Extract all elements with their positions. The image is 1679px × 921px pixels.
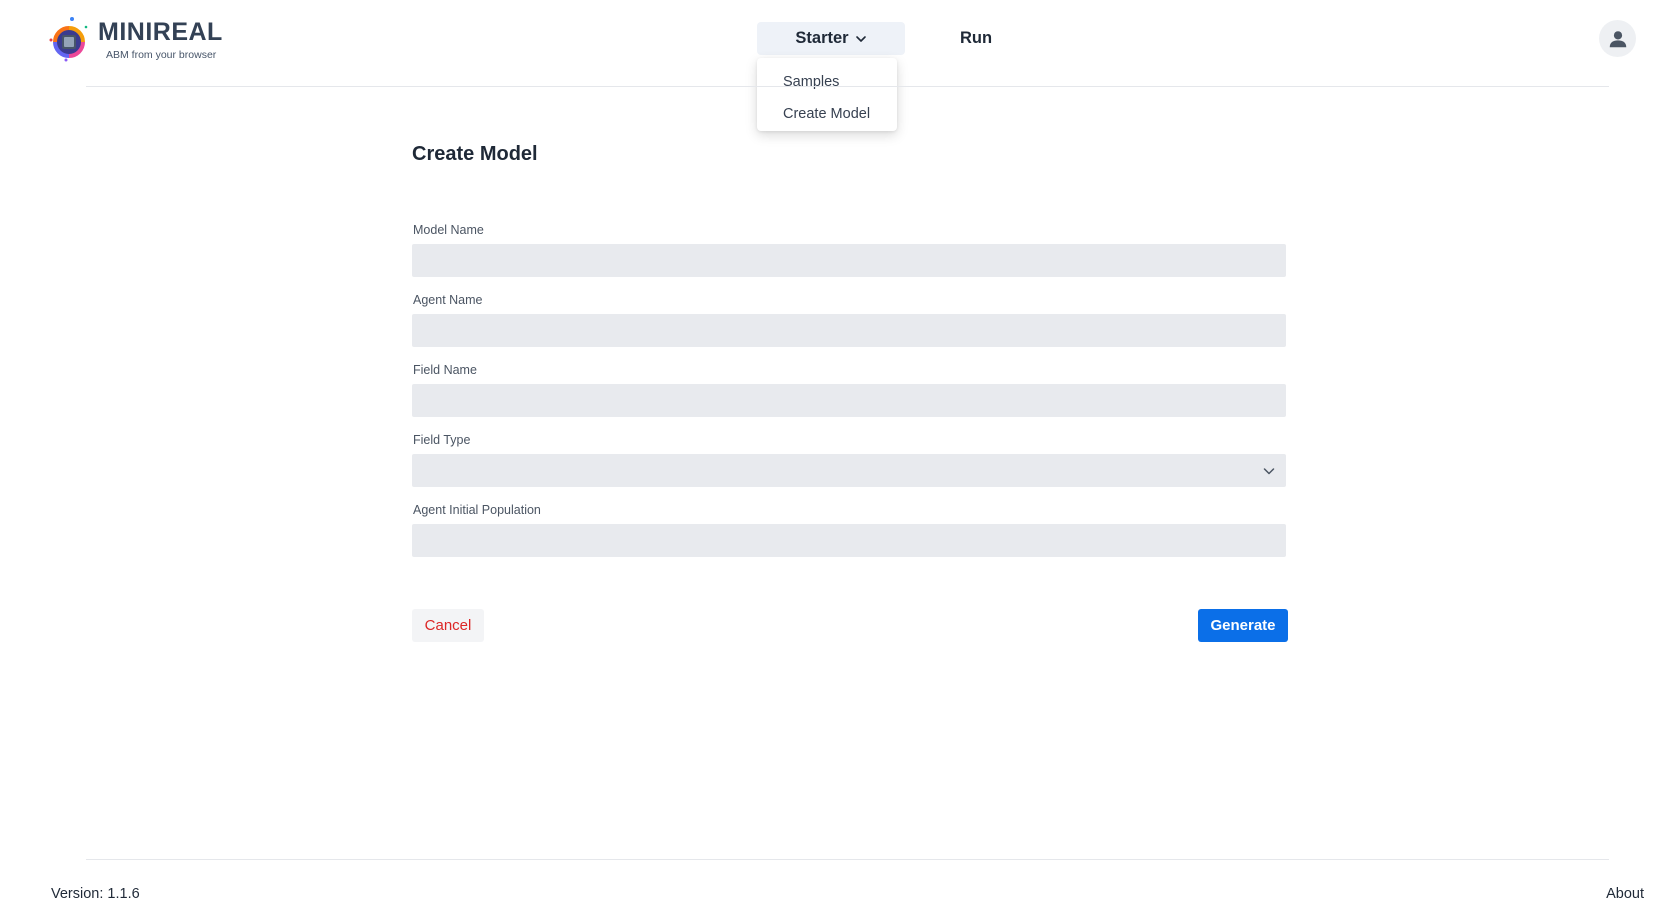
model-name-input[interactable] bbox=[412, 244, 1286, 277]
about-link[interactable]: About bbox=[1606, 886, 1644, 902]
chevron-down-icon bbox=[1263, 467, 1275, 474]
dropdown-item-create-model[interactable]: Create Model bbox=[757, 98, 897, 130]
brand-subtitle: ABM from your browser bbox=[106, 49, 217, 61]
user-icon bbox=[1609, 30, 1626, 47]
agent-initial-population-label: Agent Initial Population bbox=[413, 503, 541, 517]
field-name-input[interactable] bbox=[412, 384, 1286, 417]
field-type-select[interactable] bbox=[412, 454, 1286, 487]
header-divider bbox=[86, 86, 1609, 87]
agent-name-input[interactable] bbox=[412, 314, 1286, 347]
logo[interactable]: MINIREAL ABM from your browser bbox=[48, 14, 238, 64]
agent-name-label: Agent Name bbox=[413, 293, 483, 307]
brand-title: MINIREAL bbox=[98, 18, 223, 46]
nav-run-label: Run bbox=[960, 29, 993, 47]
footer-divider bbox=[86, 859, 1609, 860]
agent-initial-population-input[interactable] bbox=[412, 524, 1286, 557]
nav-run[interactable]: Run bbox=[960, 22, 992, 55]
minireal-logo-icon bbox=[49, 17, 88, 62]
version-text: Version: 1.1.6 bbox=[51, 886, 140, 902]
page-title: Create Model bbox=[412, 143, 538, 165]
field-name-label: Field Name bbox=[413, 363, 477, 377]
cancel-button[interactable]: Cancel bbox=[412, 609, 484, 642]
generate-button[interactable]: Generate bbox=[1198, 609, 1288, 642]
nav-starter-menu[interactable]: Starter bbox=[757, 22, 905, 55]
chevron-down-icon bbox=[855, 35, 866, 42]
user-avatar-button[interactable] bbox=[1599, 20, 1636, 57]
dropdown-item-samples[interactable]: Samples bbox=[757, 66, 897, 98]
field-type-label: Field Type bbox=[413, 433, 471, 447]
header: MINIREAL ABM from your browser Starter R… bbox=[0, 0, 1679, 131]
starter-dropdown: Samples Create Model bbox=[757, 58, 897, 131]
model-name-label: Model Name bbox=[413, 223, 484, 237]
nav-starter-label: Starter bbox=[795, 29, 849, 47]
